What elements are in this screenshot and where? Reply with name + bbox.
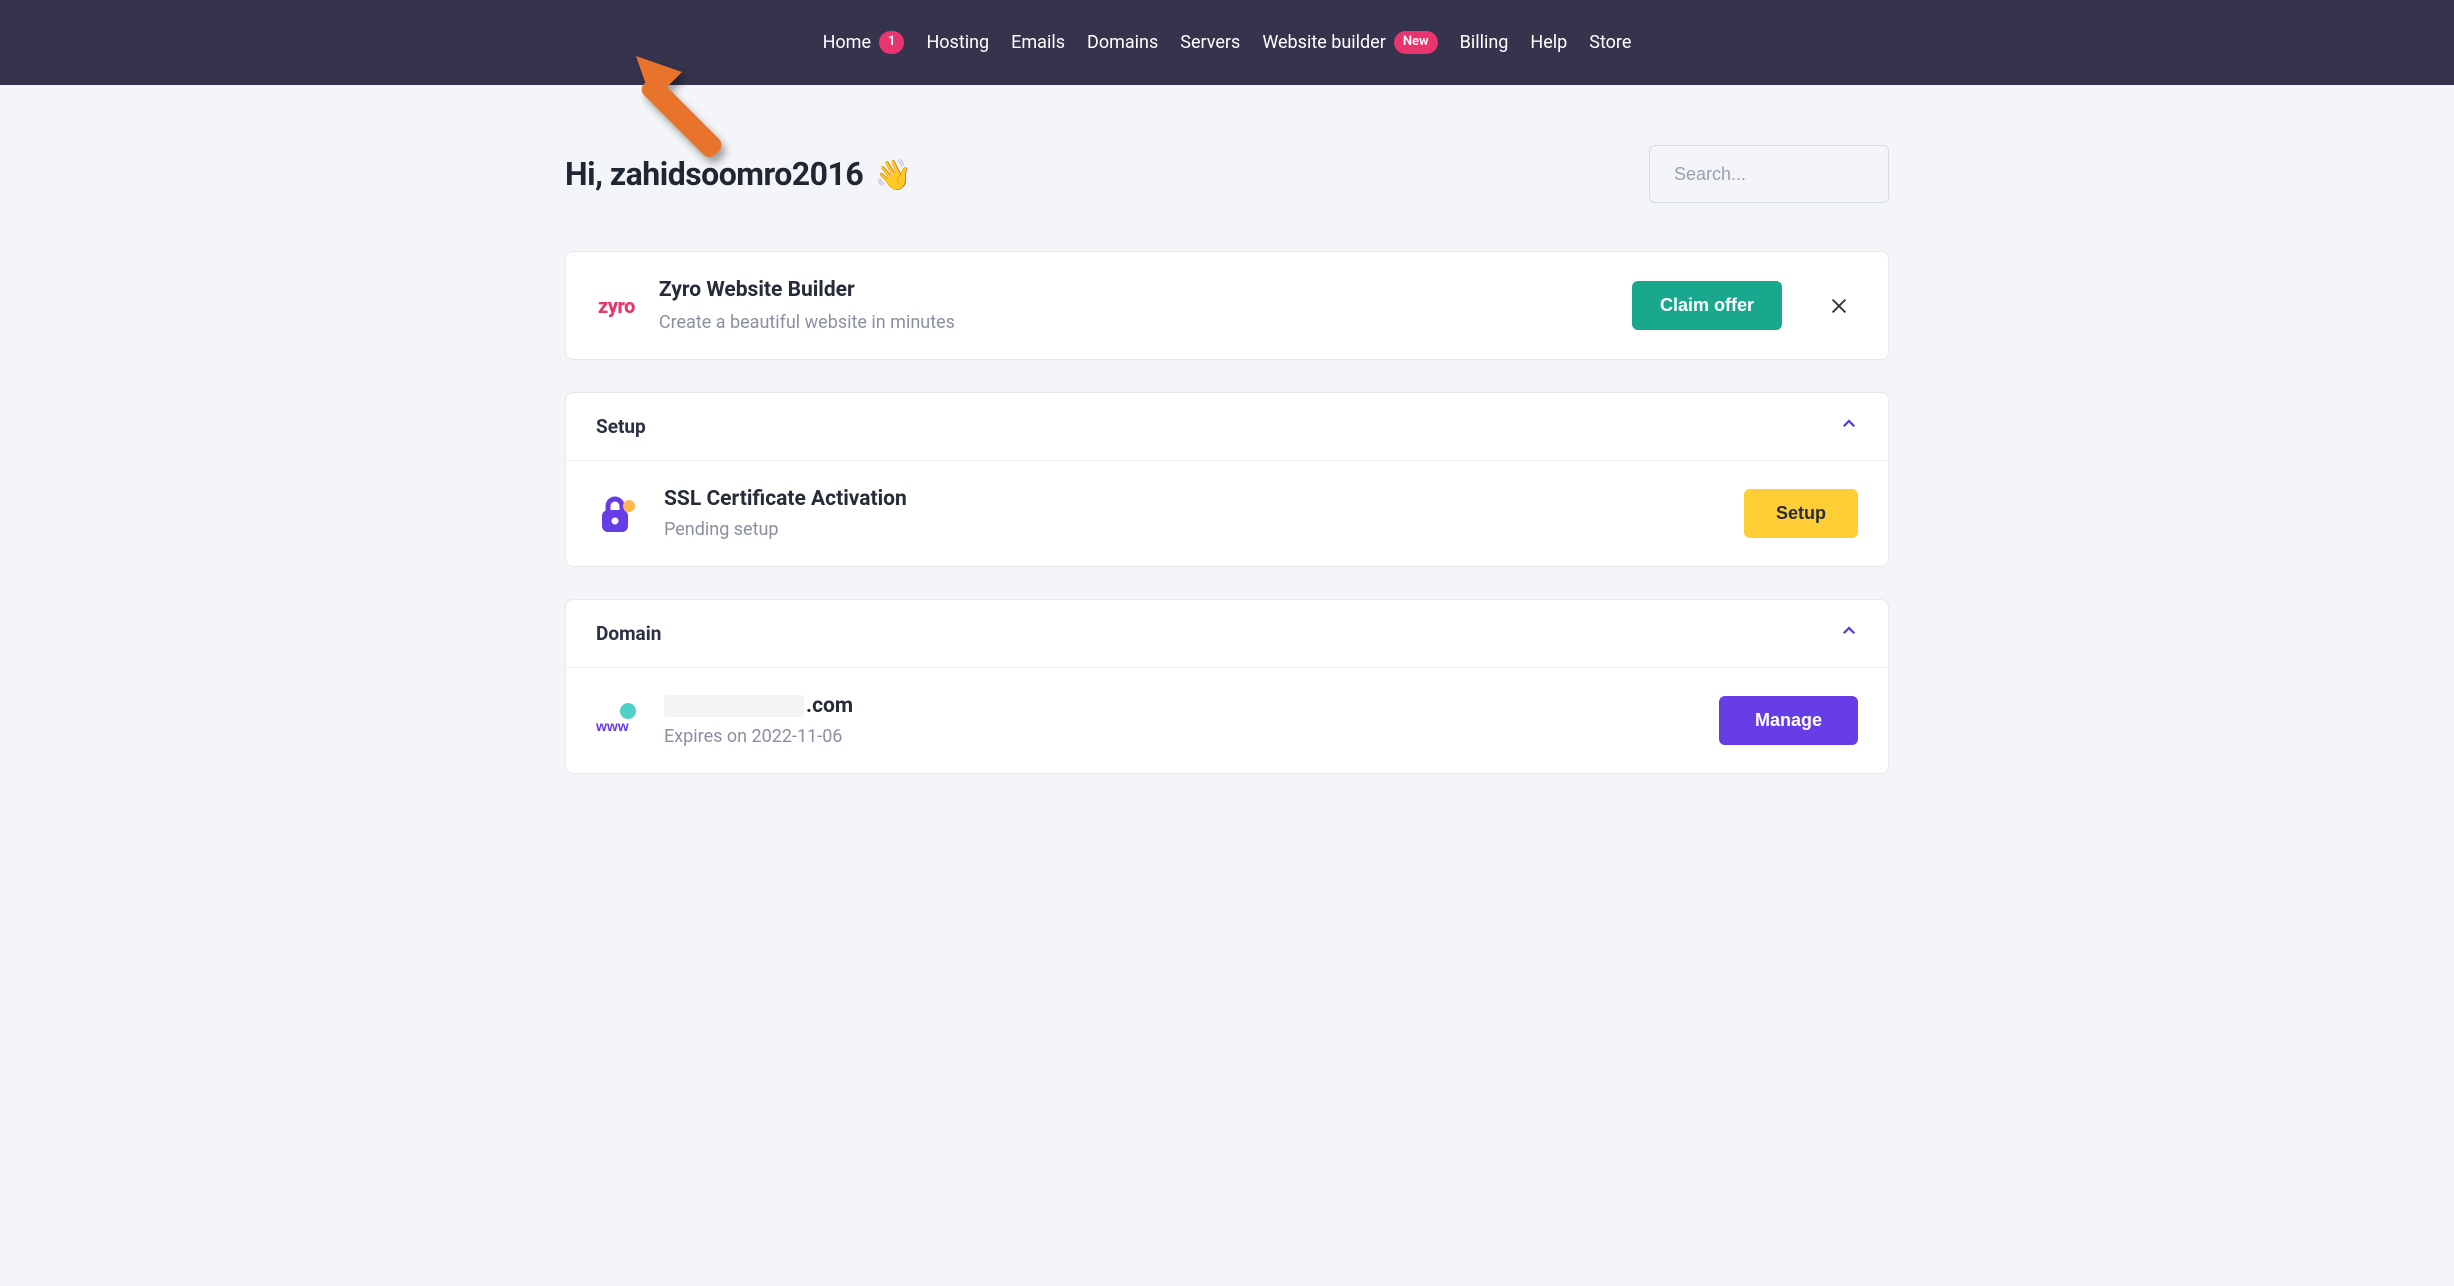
close-icon (1828, 295, 1850, 317)
nav-domains[interactable]: Domains (1087, 32, 1158, 53)
nav-label: Billing (1460, 32, 1509, 53)
promo-card: zyro Zyro Website Builder Create a beaut… (565, 251, 1889, 360)
top-nav: Home 1 Hosting Emails Domains Servers We… (0, 0, 2454, 85)
setup-section-header[interactable]: Setup (566, 393, 1888, 461)
nav-label: Hosting (926, 32, 989, 53)
ssl-subtitle: Pending setup (664, 519, 1720, 540)
search-input[interactable] (1674, 164, 1906, 185)
ssl-row: SSL Certificate Activation Pending setup… (566, 461, 1888, 566)
manage-domain-button[interactable]: Manage (1719, 696, 1858, 745)
ssl-setup-button[interactable]: Setup (1744, 489, 1858, 538)
nav-label: Emails (1011, 32, 1065, 53)
nav-label: Website builder (1262, 32, 1386, 53)
page-header: Hi, zahidsoomro2016 👋 (565, 145, 1889, 203)
ssl-lock-icon (596, 492, 640, 536)
nav-website-builder[interactable]: Website builder New (1262, 31, 1437, 53)
domain-name: .com (664, 694, 1695, 718)
nav-label: Store (1589, 32, 1631, 53)
nav-label: Servers (1180, 32, 1240, 53)
nav-billing[interactable]: Billing (1460, 32, 1509, 53)
domain-section-header[interactable]: Domain (566, 600, 1888, 668)
greeting-prefix: Hi, (565, 155, 610, 193)
nav-store[interactable]: Store (1589, 32, 1631, 53)
collapse-setup-toggle[interactable] (1840, 415, 1858, 438)
claim-offer-button[interactable]: Claim offer (1632, 281, 1782, 330)
nav-home-badge: 1 (879, 31, 904, 53)
nav-help[interactable]: Help (1530, 32, 1567, 53)
nav-label: Home (823, 32, 871, 53)
search-box[interactable] (1649, 145, 1889, 203)
domain-suffix: .com (806, 694, 853, 718)
promo-subtitle: Create a beautiful website in minutes (659, 312, 1608, 333)
domain-row-body: .com Expires on 2022-11-06 (664, 694, 1695, 747)
greeting: Hi, zahidsoomro2016 👋 (565, 155, 912, 193)
nav-servers[interactable]: Servers (1180, 32, 1240, 53)
svg-text:www: www (596, 718, 629, 734)
chevron-up-icon (1840, 415, 1858, 433)
nav-new-badge: New (1394, 31, 1438, 53)
greeting-username: zahidsoomro2016 (610, 155, 863, 193)
redacted-domain-icon (664, 695, 804, 717)
close-promo-button[interactable] (1822, 289, 1856, 323)
domain-row: www .com Expires on 2022-11-06 Manage (566, 668, 1888, 773)
domain-expiry: Expires on 2022-11-06 (664, 726, 1695, 747)
section-title: Domain (596, 622, 661, 645)
collapse-domain-toggle[interactable] (1840, 622, 1858, 645)
zyro-logo: zyro (598, 294, 635, 318)
nav-label: Help (1530, 32, 1567, 53)
domain-section: Domain www .com Expires on 2022-11-06 (565, 599, 1889, 774)
nav-emails[interactable]: Emails (1011, 32, 1065, 53)
nav-hosting[interactable]: Hosting (926, 32, 989, 53)
promo-text: Zyro Website Builder Create a beautiful … (659, 278, 1608, 333)
nav-label: Domains (1087, 32, 1158, 53)
section-title: Setup (596, 415, 646, 438)
setup-section: Setup SSL Certificate Activation Pending… (565, 392, 1889, 567)
chevron-up-icon (1840, 622, 1858, 640)
promo-title: Zyro Website Builder (659, 278, 1608, 302)
ssl-title: SSL Certificate Activation (664, 487, 1720, 511)
ssl-row-body: SSL Certificate Activation Pending setup (664, 487, 1720, 540)
www-globe-icon: www (596, 699, 640, 743)
wave-emoji-icon: 👋 (875, 158, 912, 193)
page-container: Hi, zahidsoomro2016 👋 zyro Zyro Website … (517, 85, 1937, 846)
nav-home[interactable]: Home 1 (823, 31, 905, 53)
